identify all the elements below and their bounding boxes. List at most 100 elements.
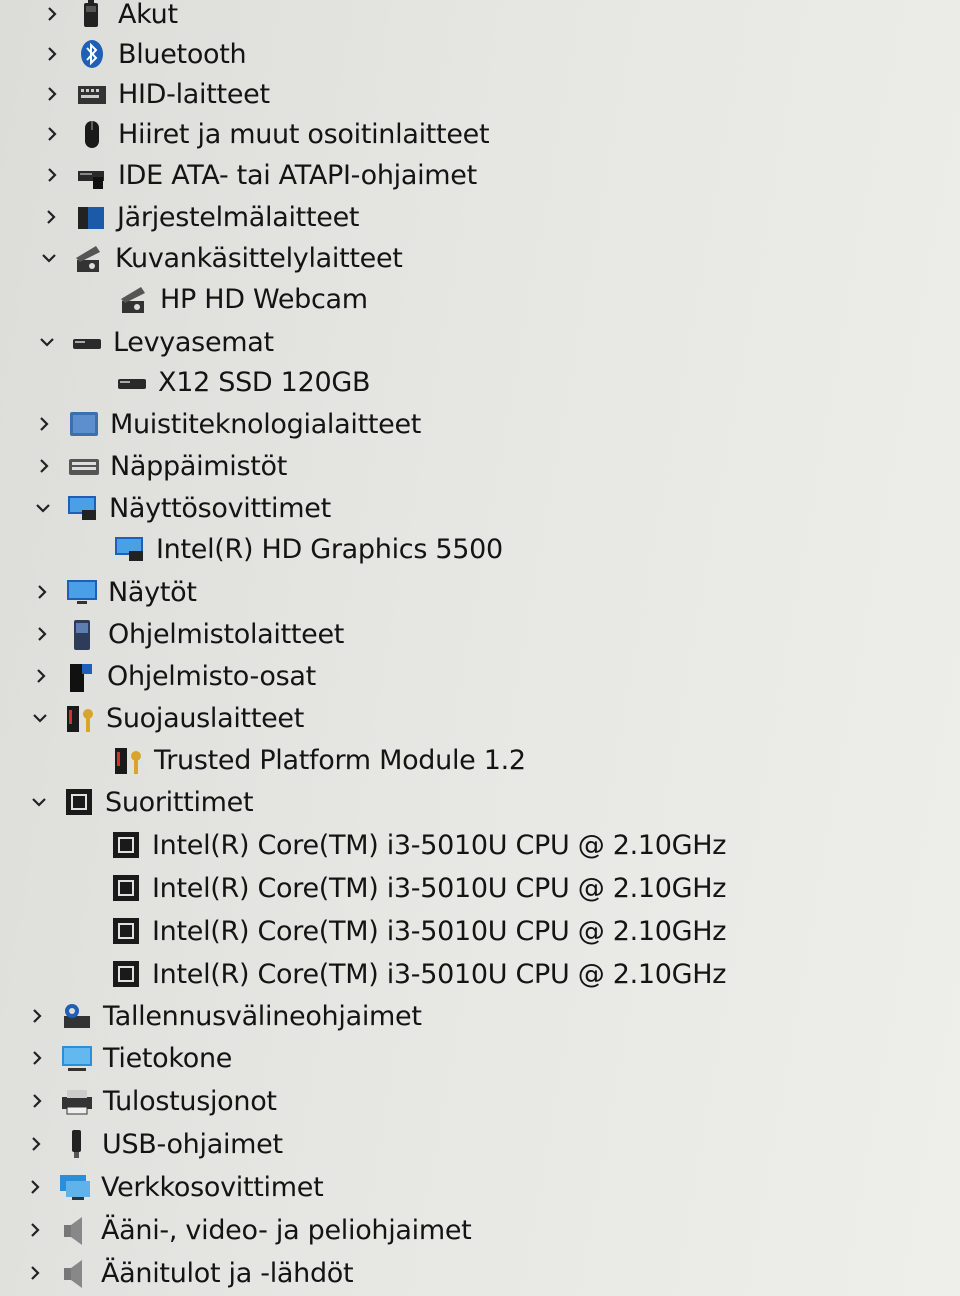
chevron-right-icon[interactable]	[40, 163, 64, 187]
tree-node-label: Intel(R) Core(TM) i3-5010U CPU @ 2.10GHz	[152, 915, 727, 947]
chevron-right-icon[interactable]	[23, 1261, 47, 1285]
tree-node-label: Äänitulot ja -lähdöt	[101, 1257, 354, 1289]
camera-icon	[114, 281, 154, 317]
tree-node[interactable]: Verkkosovittimet	[23, 1166, 324, 1208]
tree-node[interactable]: Näyttösovittimet	[31, 487, 331, 529]
display-adapter-icon	[110, 531, 150, 567]
chevron-right-icon[interactable]	[25, 1046, 49, 1070]
computer-icon	[57, 1040, 97, 1076]
chevron-right-icon[interactable]	[40, 42, 64, 66]
tree-node-label: Hiiret ja muut osoitinlaitteet	[118, 118, 490, 150]
tree-node-label: Suorittimet	[105, 786, 254, 818]
tree-node-label: IDE ATA- tai ATAPI-ohjaimet	[118, 159, 477, 191]
chevron-down-icon[interactable]	[37, 246, 61, 270]
chevron-down-icon[interactable]	[27, 790, 51, 814]
tree-node[interactable]: Tallennusvälineohjaimet	[25, 995, 422, 1037]
tree-node-label: HP HD Webcam	[160, 283, 368, 315]
software-device-icon	[62, 616, 102, 652]
tree-node[interactable]: Hiiret ja muut osoitinlaitteet	[40, 113, 490, 155]
tree-node[interactable]: Ääni-, video- ja peliohjaimet	[23, 1209, 472, 1251]
tree-node[interactable]: Järjestelmälaitteet	[39, 196, 359, 238]
chevron-right-icon[interactable]	[23, 1175, 47, 1199]
processor-icon	[106, 827, 146, 863]
tree-node[interactable]: Levyasemat	[35, 321, 274, 363]
tree-node-label: Akut	[118, 0, 178, 30]
tree-node[interactable]: Suojauslaitteet	[28, 697, 304, 739]
chevron-right-icon[interactable]	[30, 580, 54, 604]
chevron-right-icon[interactable]	[25, 1089, 49, 1113]
chevron-right-icon[interactable]	[32, 412, 56, 436]
chevron-down-icon[interactable]	[31, 496, 55, 520]
tree-node[interactable]: Suorittimet	[27, 781, 254, 823]
tree-node[interactable]: Äänitulot ja -lähdöt	[23, 1252, 354, 1294]
chevron-right-icon[interactable]	[32, 454, 56, 478]
camera-icon	[69, 240, 109, 276]
display-adapter-icon	[63, 490, 103, 526]
tree-child-node[interactable]: Intel(R) HD Graphics 5500	[78, 528, 503, 570]
chevron-down-icon[interactable]	[35, 330, 59, 354]
tree-node[interactable]: Ohjelmistolaitteet	[30, 613, 344, 655]
disk-drive-icon	[67, 324, 107, 360]
tree-node[interactable]: Näppäimistöt	[32, 445, 287, 487]
tree-node-label: Levyasemat	[113, 326, 274, 358]
tree-node[interactable]: Akut	[40, 0, 178, 35]
tree-node-label: Näytöt	[108, 576, 197, 608]
memory-tech-icon	[64, 406, 104, 442]
tree-node[interactable]: IDE ATA- tai ATAPI-ohjaimet	[40, 154, 477, 196]
tree-node-label: Intel(R) HD Graphics 5500	[156, 533, 503, 565]
chevron-right-icon[interactable]	[24, 1132, 48, 1156]
tree-child-node[interactable]: Intel(R) Core(TM) i3-5010U CPU @ 2.10GHz	[74, 953, 726, 995]
tree-node-label: Kuvankäsittelylaitteet	[115, 242, 403, 274]
chevron-right-icon[interactable]	[40, 122, 64, 146]
tree-node[interactable]: Kuvankäsittelylaitteet	[37, 237, 403, 279]
chevron-right-icon[interactable]	[39, 205, 63, 229]
tree-node-label: Suojauslaitteet	[106, 702, 305, 734]
speaker-icon	[55, 1255, 95, 1291]
chevron-right-icon[interactable]	[29, 664, 53, 688]
ide-controller-icon	[72, 157, 112, 193]
tree-child-node[interactable]: Intel(R) Core(TM) i3-5010U CPU @ 2.10GHz	[74, 867, 726, 909]
chevron-right-icon[interactable]	[40, 82, 64, 106]
tree-node-label: Muistiteknologialaitteet	[110, 408, 422, 440]
printer-icon	[57, 1083, 97, 1119]
tree-node[interactable]: Muistiteknologialaitteet	[32, 403, 421, 445]
tree-node-label: Näyttösovittimet	[109, 492, 331, 524]
battery-icon	[72, 0, 112, 32]
tree-child-node[interactable]: HP HD Webcam	[82, 278, 368, 320]
mouse-icon	[72, 116, 112, 152]
tree-node[interactable]: Näytöt	[30, 571, 197, 613]
chevron-right-icon[interactable]	[25, 1004, 49, 1028]
hid-icon	[72, 76, 112, 112]
chevron-right-icon[interactable]	[40, 2, 64, 26]
usb-icon	[56, 1126, 96, 1162]
processor-icon	[106, 870, 146, 906]
security-device-icon	[108, 742, 148, 778]
tree-node-label: USB-ohjaimet	[102, 1128, 283, 1160]
chevron-right-icon[interactable]	[23, 1218, 47, 1242]
chevron-down-icon[interactable]	[28, 706, 52, 730]
tree-node[interactable]: Bluetooth	[40, 33, 247, 75]
software-component-icon	[61, 658, 101, 694]
tree-child-node[interactable]: Intel(R) Core(TM) i3-5010U CPU @ 2.10GHz	[74, 824, 726, 866]
tree-node-label: Ohjelmistolaitteet	[108, 618, 345, 650]
speaker-icon	[55, 1212, 95, 1248]
storage-controller-icon	[57, 998, 97, 1034]
tree-child-node[interactable]: Intel(R) Core(TM) i3-5010U CPU @ 2.10GHz	[74, 910, 726, 952]
chevron-right-icon[interactable]	[30, 622, 54, 646]
tree-node[interactable]: USB-ohjaimet	[24, 1123, 283, 1165]
tree-node-label: Tulostusjonot	[103, 1085, 277, 1117]
tree-child-node[interactable]: Trusted Platform Module 1.2	[76, 739, 526, 781]
disk-drive-icon	[112, 364, 152, 400]
tree-node-label: Intel(R) Core(TM) i3-5010U CPU @ 2.10GHz	[152, 958, 727, 990]
tree-node-label: Intel(R) Core(TM) i3-5010U CPU @ 2.10GHz	[152, 872, 727, 904]
tree-node[interactable]: Tulostusjonot	[25, 1080, 277, 1122]
processor-icon	[106, 956, 146, 992]
tree-node-label: Tallennusvälineohjaimet	[103, 1000, 422, 1032]
tree-node[interactable]: Tietokone	[25, 1037, 232, 1079]
tree-node-label: Verkkosovittimet	[101, 1171, 324, 1203]
tree-node[interactable]: HID-laitteet	[40, 73, 270, 115]
tree-child-node[interactable]: X12 SSD 120GB	[80, 361, 370, 403]
tree-node[interactable]: Ohjelmisto-osat	[29, 655, 316, 697]
keyboard-icon	[64, 448, 104, 484]
processor-icon	[59, 784, 99, 820]
